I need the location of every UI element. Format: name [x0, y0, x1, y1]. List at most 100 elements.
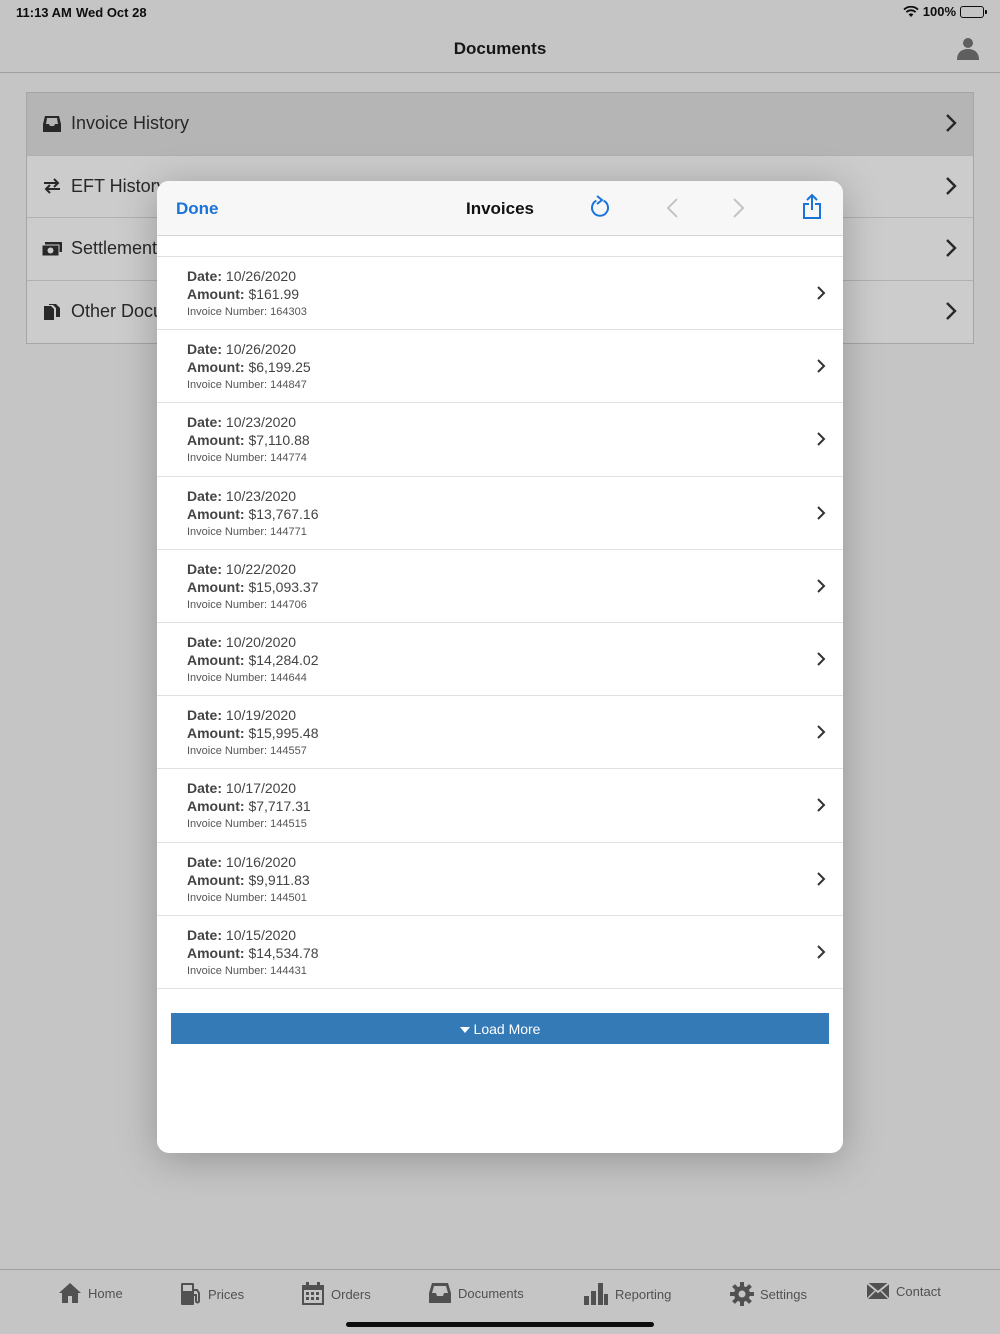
invoice-number: Invoice Number: 144501: [187, 891, 307, 904]
invoice-amount: Amount: $14,534.78: [187, 944, 843, 962]
share-icon[interactable]: [801, 193, 823, 221]
invoice-date: Date: 10/26/2020: [187, 267, 843, 285]
amount-label: Amount:: [187, 505, 245, 522]
caret-down-icon: [459, 1026, 470, 1033]
date-label: Date:: [187, 487, 223, 504]
date-value: 10/26/2020: [225, 341, 296, 358]
chevron-right-icon: [817, 359, 826, 373]
date-label: Date:: [187, 633, 223, 650]
forward-arrow-icon[interactable]: [732, 197, 746, 219]
invoice-date: Date: 10/19/2020: [187, 706, 843, 724]
invoice-amount: Amount: $161.99: [187, 285, 843, 303]
chevron-right-icon: [817, 579, 826, 593]
amount-value: $7,717.31: [248, 798, 311, 815]
amount-value: $6,199.25: [248, 359, 311, 376]
invoice-date: Date: 10/23/2020: [187, 413, 843, 431]
date-label: Date:: [187, 341, 223, 358]
chevron-right-icon: [817, 505, 826, 520]
amount-label: Amount:: [187, 944, 245, 961]
invoice-date: Date: 10/16/2020: [187, 853, 843, 871]
invoice-row[interactable]: Date: 10/17/2020 Amount: $7,717.31 Invoi…: [157, 769, 843, 843]
invoice-amount: Amount: $9,911.83: [187, 871, 843, 889]
invoice-number: Invoice Number: 144771: [187, 525, 307, 538]
invoice-amount: Amount: $13,767.16: [187, 505, 843, 523]
invoice-number: Invoice Number: 144515: [187, 818, 307, 831]
amount-value: $15,995.48: [248, 725, 319, 742]
amount-label: Amount:: [187, 432, 245, 449]
invoice-row[interactable]: Date: 10/23/2020 Amount: $13,767.16 Invo…: [157, 477, 843, 550]
amount-label: Amount:: [187, 798, 245, 815]
invoice-number: Invoice Number: 164303: [187, 306, 307, 318]
amount-value: $9,911.83: [248, 871, 310, 888]
invoice-row[interactable]: Date: 10/26/2020 Amount: $161.99 Invoice…: [157, 257, 843, 331]
date-label: Date:: [187, 268, 223, 284]
refresh-icon[interactable]: [589, 194, 611, 220]
invoice-number: Invoice Number: 144557: [187, 745, 307, 758]
chevron-right-icon: [817, 286, 826, 300]
invoice-row[interactable]: Date: 10/26/2020 Amount: $6,199.25 Invoi…: [157, 330, 843, 404]
date-value: 10/23/2020: [225, 414, 296, 431]
invoice-date: Date: 10/20/2020: [187, 633, 843, 651]
date-label: Date:: [187, 780, 223, 797]
date-value: 10/19/2020: [225, 707, 296, 724]
invoice-amount: Amount: $15,093.37: [187, 578, 843, 596]
invoice-number: Invoice Number: 144847: [187, 379, 307, 392]
invoice-number: Invoice Number: 144706: [187, 598, 307, 611]
modal-toolbar: Done Invoices: [157, 181, 843, 236]
date-label: Date:: [187, 414, 223, 431]
date-value: 10/20/2020: [225, 633, 296, 650]
back-arrow-icon[interactable]: [665, 197, 679, 219]
invoice-amount: Amount: $6,199.25: [187, 358, 843, 376]
invoices-modal: Done Invoices Date: 10/26/2020 Amount: $…: [157, 181, 843, 1153]
amount-value: $161.99: [248, 286, 300, 302]
load-more-button[interactable]: Load More: [171, 1013, 829, 1044]
amount-value: $14,284.02: [248, 651, 319, 668]
date-label: Date:: [187, 926, 223, 943]
invoice-amount: Amount: $14,284.02: [187, 651, 843, 669]
invoice-number: Invoice Number: 144431: [187, 964, 307, 977]
invoice-amount: Amount: $7,717.31: [187, 797, 843, 815]
amount-value: $14,534.78: [248, 944, 319, 961]
invoice-row[interactable]: Date: 10/15/2020 Amount: $14,534.78 Invo…: [157, 916, 843, 989]
date-value: 10/23/2020: [225, 487, 296, 504]
invoice-amount: Amount: $7,110.88: [187, 431, 843, 449]
invoice-number: Invoice Number: 144644: [187, 671, 307, 684]
amount-label: Amount:: [187, 651, 245, 668]
date-value: 10/15/2020: [225, 926, 296, 943]
date-label: Date:: [187, 853, 223, 870]
invoice-row[interactable]: Date: 10/16/2020 Amount: $9,911.83 Invoi…: [157, 843, 843, 916]
chevron-right-icon: [817, 652, 826, 666]
invoice-row[interactable]: Date: 10/19/2020 Amount: $15,995.48 Invo…: [157, 696, 843, 770]
chevron-right-icon: [817, 725, 826, 739]
invoice-date: Date: 10/26/2020: [187, 340, 843, 358]
date-label: Date:: [187, 560, 223, 577]
amount-label: Amount:: [187, 871, 245, 888]
chevron-right-icon: [817, 798, 826, 813]
date-value: 10/26/2020: [225, 268, 296, 284]
invoice-row[interactable]: Date: 10/22/2020 Amount: $15,093.37 Invo…: [157, 550, 843, 623]
invoice-amount: Amount: $15,995.48: [187, 724, 843, 742]
date-value: 10/22/2020: [225, 560, 296, 577]
amount-label: Amount:: [187, 286, 245, 302]
invoice-number: Invoice Number: 144774: [187, 452, 307, 465]
date-value: 10/17/2020: [225, 780, 296, 797]
amount-value: $15,093.37: [248, 578, 319, 595]
invoice-date: Date: 10/15/2020: [187, 926, 843, 944]
invoice-date: Date: 10/22/2020: [187, 560, 843, 578]
invoice-row[interactable]: Date: 10/23/2020 Amount: $7,110.88 Invoi…: [157, 403, 843, 477]
load-more-label: Load More: [473, 1020, 541, 1037]
date-value: 10/16/2020: [225, 853, 296, 870]
invoice-date: Date: 10/23/2020: [187, 487, 843, 505]
chevron-right-icon: [817, 944, 826, 959]
date-label: Date:: [187, 707, 223, 724]
amount-label: Amount:: [187, 578, 245, 595]
invoice-list: Date: 10/26/2020 Amount: $161.99 Invoice…: [157, 256, 843, 989]
amount-label: Amount:: [187, 359, 245, 376]
chevron-right-icon: [817, 432, 826, 447]
chevron-right-icon: [817, 871, 826, 886]
invoice-date: Date: 10/17/2020: [187, 779, 843, 797]
amount-value: $13,767.16: [248, 505, 319, 522]
amount-label: Amount:: [187, 725, 245, 742]
amount-value: $7,110.88: [248, 432, 310, 449]
invoice-row[interactable]: Date: 10/20/2020 Amount: $14,284.02 Invo…: [157, 623, 843, 697]
